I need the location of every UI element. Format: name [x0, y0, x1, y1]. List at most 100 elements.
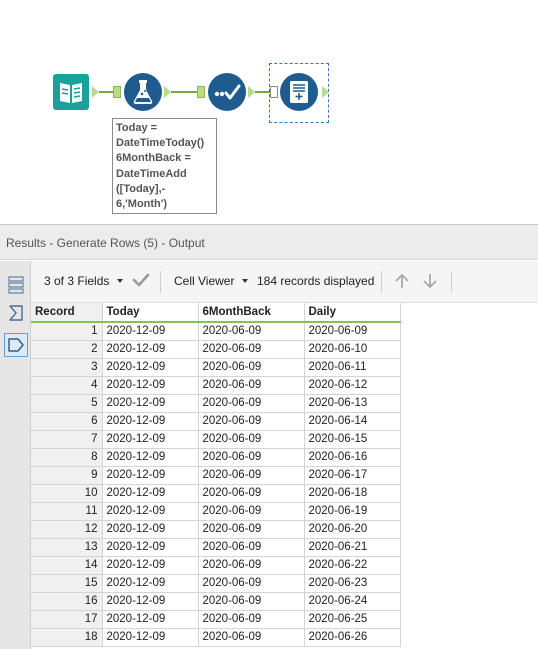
- table-cell[interactable]: 2020-06-09: [198, 358, 305, 377]
- table-cell[interactable]: 2020-12-09: [102, 358, 199, 377]
- table-row[interactable]: 15 2020-12-09 2020-06-09 2020-06-23: [31, 574, 401, 593]
- record-number-cell[interactable]: 10: [31, 484, 103, 503]
- record-number-cell[interactable]: 9: [31, 466, 103, 485]
- table-cell[interactable]: 2020-12-09: [102, 520, 199, 539]
- record-number-cell[interactable]: 1: [31, 322, 103, 341]
- table-view-button[interactable]: [4, 273, 28, 297]
- cell-viewer-dropdown[interactable]: Cell Viewer: [174, 274, 249, 288]
- table-cell[interactable]: 2020-06-09: [198, 394, 305, 413]
- record-number-cell[interactable]: 13: [31, 538, 103, 557]
- table-row[interactable]: 10 2020-12-09 2020-06-09 2020-06-18: [31, 484, 401, 503]
- record-number-cell[interactable]: 12: [31, 520, 103, 539]
- table-cell[interactable]: 2020-06-09: [198, 484, 305, 503]
- table-cell[interactable]: 2020-06-09: [198, 502, 305, 521]
- table-cell[interactable]: 2020-06-09: [198, 412, 305, 431]
- record-number-cell[interactable]: 15: [31, 574, 103, 593]
- table-row[interactable]: 12 2020-12-09 2020-06-09 2020-06-20: [31, 520, 401, 539]
- table-cell[interactable]: 2020-12-09: [102, 484, 199, 503]
- table-cell[interactable]: 2020-12-09: [102, 376, 199, 395]
- metadata-button[interactable]: [4, 301, 28, 325]
- table-cell[interactable]: 2020-06-21: [304, 538, 401, 557]
- table-row[interactable]: 13 2020-12-09 2020-06-09 2020-06-21: [31, 538, 401, 557]
- table-cell[interactable]: 2020-06-09: [198, 538, 305, 557]
- table-cell[interactable]: 2020-06-24: [304, 592, 401, 611]
- record-number-cell[interactable]: 4: [31, 376, 103, 395]
- table-cell[interactable]: 2020-06-26: [304, 628, 401, 647]
- table-row[interactable]: 7 2020-12-09 2020-06-09 2020-06-15: [31, 430, 401, 449]
- record-number-cell[interactable]: 16: [31, 592, 103, 611]
- table-cell[interactable]: 2020-06-15: [304, 430, 401, 449]
- table-row[interactable]: 16 2020-12-09 2020-06-09 2020-06-24: [31, 592, 401, 611]
- table-row[interactable]: 11 2020-12-09 2020-06-09 2020-06-19: [31, 502, 401, 521]
- table-cell[interactable]: 2020-06-09: [198, 448, 305, 467]
- table-cell[interactable]: 2020-12-09: [102, 556, 199, 575]
- table-cell[interactable]: 2020-06-10: [304, 340, 401, 359]
- table-cell[interactable]: 2020-12-09: [102, 574, 199, 593]
- table-cell[interactable]: 2020-12-09: [102, 502, 199, 521]
- table-cell[interactable]: 2020-06-09: [198, 520, 305, 539]
- formula-output-anchor[interactable]: [164, 86, 171, 98]
- table-cell[interactable]: 2020-06-22: [304, 556, 401, 575]
- record-number-cell[interactable]: 11: [31, 502, 103, 521]
- table-row[interactable]: 5 2020-12-09 2020-06-09 2020-06-13: [31, 394, 401, 413]
- table-cell[interactable]: 2020-06-09: [198, 610, 305, 629]
- column-header-6monthback[interactable]: 6MonthBack: [198, 303, 305, 323]
- generate-rows-output-anchor[interactable]: [322, 86, 329, 98]
- table-cell[interactable]: 2020-12-09: [102, 466, 199, 485]
- table-cell[interactable]: 2020-06-09: [198, 592, 305, 611]
- table-cell[interactable]: 2020-06-25: [304, 610, 401, 629]
- formula-tool[interactable]: [124, 73, 162, 114]
- table-cell[interactable]: 2020-06-12: [304, 376, 401, 395]
- column-header-record[interactable]: Record: [31, 303, 103, 323]
- table-row[interactable]: 14 2020-12-09 2020-06-09 2020-06-22: [31, 556, 401, 575]
- record-number-cell[interactable]: 2: [31, 340, 103, 359]
- workflow-canvas[interactable]: Today = DateTimeToday() 6MonthBack = Dat…: [0, 0, 538, 224]
- table-cell[interactable]: 2020-06-16: [304, 448, 401, 467]
- table-cell[interactable]: 2020-12-09: [102, 394, 199, 413]
- record-number-cell[interactable]: 7: [31, 430, 103, 449]
- table-row[interactable]: 8 2020-12-09 2020-06-09 2020-06-16: [31, 448, 401, 467]
- table-cell[interactable]: 2020-06-09: [198, 466, 305, 485]
- table-cell[interactable]: 2020-12-09: [102, 610, 199, 629]
- table-cell[interactable]: 2020-06-20: [304, 520, 401, 539]
- table-cell[interactable]: 2020-06-09: [198, 430, 305, 449]
- table-cell[interactable]: 2020-06-09: [198, 322, 305, 341]
- fields-dropdown[interactable]: 3 of 3 Fields: [44, 274, 124, 288]
- table-cell[interactable]: 2020-06-09: [198, 556, 305, 575]
- record-number-cell[interactable]: 18: [31, 628, 103, 647]
- table-cell[interactable]: 2020-12-09: [102, 628, 199, 647]
- table-row[interactable]: 6 2020-12-09 2020-06-09 2020-06-14: [31, 412, 401, 431]
- table-cell[interactable]: 2020-12-09: [102, 592, 199, 611]
- table-cell[interactable]: 2020-06-09: [304, 322, 401, 341]
- table-row[interactable]: 4 2020-12-09 2020-06-09 2020-06-12: [31, 376, 401, 395]
- select-output-anchor[interactable]: [248, 86, 255, 98]
- table-row[interactable]: 2 2020-12-09 2020-06-09 2020-06-10: [31, 340, 401, 359]
- table-cell[interactable]: 2020-06-13: [304, 394, 401, 413]
- apply-fields-button[interactable]: [132, 272, 150, 288]
- generate-rows-tool[interactable]: [280, 73, 318, 114]
- scroll-down-button[interactable]: [421, 272, 439, 290]
- table-row[interactable]: 3 2020-12-09 2020-06-09 2020-06-11: [31, 358, 401, 377]
- table-cell[interactable]: 2020-06-18: [304, 484, 401, 503]
- table-cell[interactable]: 2020-06-09: [198, 376, 305, 395]
- table-cell[interactable]: 2020-06-19: [304, 502, 401, 521]
- table-row[interactable]: 1 2020-12-09 2020-06-09 2020-06-09: [31, 322, 401, 341]
- table-cell[interactable]: 2020-12-09: [102, 538, 199, 557]
- record-number-cell[interactable]: 14: [31, 556, 103, 575]
- results-grid[interactable]: Record Today 6MonthBack Daily 1 2020-12-0…: [31, 303, 401, 647]
- table-cell[interactable]: 2020-12-09: [102, 340, 199, 359]
- table-cell[interactable]: 2020-06-09: [198, 340, 305, 359]
- table-cell[interactable]: 2020-12-09: [102, 430, 199, 449]
- table-cell[interactable]: 2020-06-14: [304, 412, 401, 431]
- formula-input-anchor[interactable]: [113, 86, 121, 98]
- table-cell[interactable]: 2020-06-23: [304, 574, 401, 593]
- select-input-anchor[interactable]: [197, 86, 205, 98]
- table-cell[interactable]: 2020-06-09: [198, 574, 305, 593]
- record-number-cell[interactable]: 8: [31, 448, 103, 467]
- table-cell[interactable]: 2020-12-09: [102, 448, 199, 467]
- table-cell[interactable]: 2020-06-11: [304, 358, 401, 377]
- table-row[interactable]: 17 2020-12-09 2020-06-09 2020-06-25: [31, 610, 401, 629]
- column-header-daily[interactable]: Daily: [304, 303, 401, 323]
- table-cell[interactable]: 2020-12-09: [102, 412, 199, 431]
- record-number-cell[interactable]: 5: [31, 394, 103, 413]
